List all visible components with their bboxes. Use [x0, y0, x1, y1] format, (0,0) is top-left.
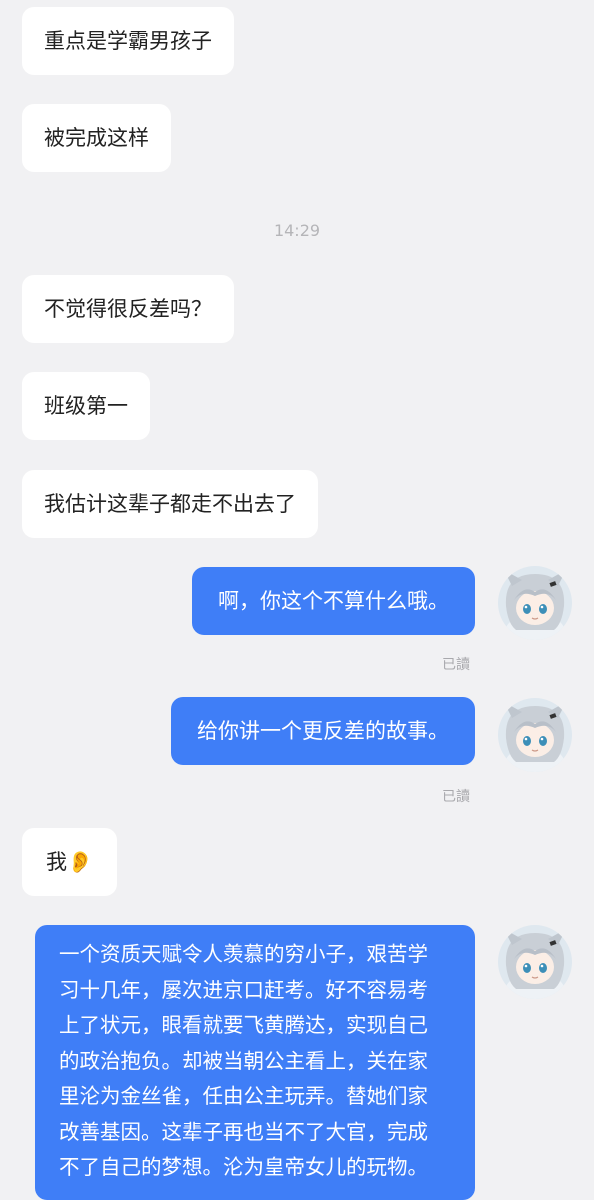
message-incoming[interactable]: 我👂: [22, 828, 118, 896]
read-receipt: 已讀: [442, 657, 470, 673]
message-incoming[interactable]: 不觉得很反差吗？: [22, 275, 234, 343]
message-incoming[interactable]: 被完成这样: [22, 104, 171, 172]
message-outgoing[interactable]: 啊，你这个不算什么哦。: [192, 567, 475, 635]
message-outgoing[interactable]: 给你讲一个更反差的故事。: [171, 697, 475, 765]
read-receipt: 已讀: [442, 789, 470, 805]
message-incoming[interactable]: 我估计这辈子都走不出去了: [22, 470, 318, 538]
message-outgoing[interactable]: 一个资质天赋令人羡慕的穷小子，艰苦学 习十几年，屡次进京口赶考。好不容易考 上了…: [35, 925, 475, 1200]
anime-girl-avatar-icon[interactable]: [498, 925, 572, 999]
message-incoming[interactable]: 班级第一: [22, 372, 150, 440]
message-timestamp: 14:29: [273, 221, 321, 240]
message-incoming[interactable]: 重点是学霸男孩子: [22, 7, 234, 75]
anime-girl-avatar-icon[interactable]: [498, 566, 572, 640]
anime-girl-avatar-icon[interactable]: [498, 698, 572, 772]
